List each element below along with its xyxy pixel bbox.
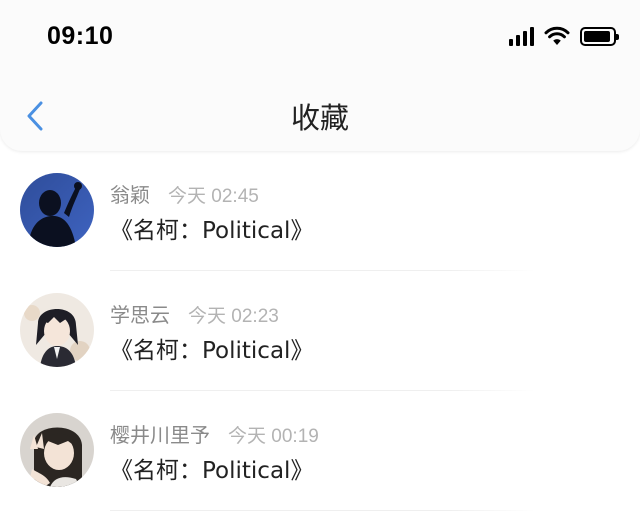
favorites-list: 翁颖 今天 02:45 《名柯：Political》 学思云 今天 02:23 …	[0, 151, 640, 511]
wifi-icon	[544, 26, 570, 45]
status-time: 09:10	[47, 22, 114, 50]
avatar-anime-image	[20, 293, 94, 367]
item-meta: 学思云 今天 02:23	[110, 299, 279, 328]
avatar[interactable]	[20, 293, 94, 367]
username[interactable]: 翁颖	[110, 179, 150, 208]
timestamp: 今天 02:45	[168, 186, 259, 207]
timestamp: 今天 00:19	[228, 426, 319, 447]
item-title[interactable]: 《名柯：Political》	[110, 331, 313, 365]
username[interactable]: 学思云	[110, 299, 170, 328]
avatar-silhouette-image	[20, 173, 94, 247]
item-meta: 翁颖 今天 02:45	[110, 179, 259, 208]
avatar[interactable]	[20, 413, 94, 487]
page-title: 收藏	[290, 101, 349, 135]
username[interactable]: 樱井川里予	[110, 419, 210, 448]
item-title[interactable]: 《名柯：Political》	[110, 211, 313, 245]
timestamp: 今天 02:23	[188, 306, 279, 327]
item-title[interactable]: 《名柯：Political》	[110, 451, 313, 485]
list-item[interactable]: 学思云 今天 02:23 《名柯：Political》	[0, 271, 640, 391]
item-meta: 樱井川里予 今天 00:19	[110, 419, 319, 448]
favorites-screen: 09:10 收藏 翁颖 今天 02:45 《名柯：Political》 学思云 …	[0, 0, 640, 519]
signal-icon	[509, 26, 534, 46]
battery-icon	[580, 26, 619, 46]
divider	[110, 510, 535, 511]
list-item[interactable]: 翁颖 今天 02:45 《名柯：Political》	[0, 151, 640, 271]
status-icons	[509, 26, 619, 46]
list-item[interactable]: 樱井川里予 今天 00:19 《名柯：Political》	[0, 391, 640, 511]
header-panel: 09:10 收藏	[0, 0, 640, 151]
avatar[interactable]	[20, 173, 94, 247]
avatar-anime-image	[20, 413, 94, 487]
